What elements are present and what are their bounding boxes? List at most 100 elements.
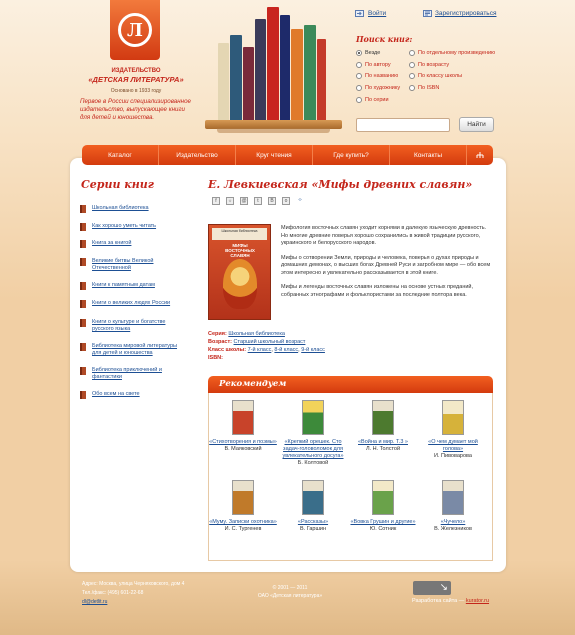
book-cover[interactable]: Школьная библиотека МИФЫ ВОСТОЧНЫХ СЛАВЯ… [208,224,271,320]
radio-dot[interactable] [356,73,362,79]
login-link[interactable]: Войти [368,10,386,17]
series-link[interactable]: Великие битвы Великой Отечественной [92,258,186,272]
search-option-label: По отдельному произведению [418,50,496,56]
counter-badge[interactable] [413,581,451,595]
nav-contacts[interactable]: Контакты [390,145,467,165]
book-thumbnail[interactable] [372,480,394,515]
recommended-book[interactable]: «Вовка Грушин и другие» Ю. Сотник [348,480,418,533]
radio-dot[interactable] [356,62,362,68]
tagline: Первое в России специализированное издат… [80,98,191,121]
recommended-book[interactable]: «Муму. Записки охотника» И. С. Тургенев [208,480,278,533]
series-item[interactable]: Библиотека приключений и фантастики [80,367,186,381]
book-icon [80,391,86,399]
recommended-book-link[interactable]: «Война и мир. Т.3 » [348,439,418,446]
vk-icon[interactable]: В [268,197,276,205]
book-thumbnail[interactable] [442,400,464,435]
book-thumbnail[interactable] [442,480,464,515]
class-link[interactable]: 9-й класс [301,347,325,353]
recommended-book-link[interactable]: «Рассказы» [278,519,348,526]
book-illustration [218,43,229,121]
facebook-icon[interactable]: f [212,197,220,205]
footer-phone: Тел./факс: (495) 601-22-68 [82,590,144,596]
search-input[interactable] [356,118,450,132]
series-item[interactable]: Книга за книгой [80,240,186,248]
radio-dot[interactable] [409,50,415,56]
recommended-book[interactable]: «Война и мир. Т.3 » Л. Н. Толстой [348,400,418,453]
search-option-series[interactable]: По серии [356,97,389,103]
search-option-class[interactable]: По классу школы [409,73,462,79]
register-link[interactable]: Зарегистрироваться [435,10,496,17]
book-thumbnail[interactable] [232,480,254,515]
livejournal-icon[interactable]: ☼ [226,197,234,205]
series-item[interactable]: Книги о культуре и богатстве русского яз… [80,319,186,333]
search-option-illustrator[interactable]: По художнику [356,85,400,91]
series-item[interactable]: Школьная библиотека [80,205,186,213]
series-item[interactable]: Книги к памятным датам [80,282,186,290]
share-more-icon[interactable]: ‹› [296,197,304,205]
book-thumbnail[interactable] [232,400,254,435]
developer-link[interactable]: kurator.ru [466,598,489,604]
search-option-work[interactable]: По отдельному произведению [409,50,495,56]
odnoklassniki-icon[interactable]: о [282,197,290,205]
series-link[interactable]: Библиотека мировой литературы для детей … [92,343,186,357]
book-illustration [280,15,290,121]
series-link[interactable]: Книги о великих людях России [92,300,186,307]
book-title: Е. Левкиевская «Мифы древних славян» [208,178,473,191]
mailru-icon[interactable]: @ [240,197,248,205]
recommended-book-link[interactable]: «Крепкий орешек. Сто задач-головоломок д… [278,439,348,460]
sitemap-icon[interactable] [467,145,493,165]
book-thumbnail[interactable] [372,400,394,435]
twitter-icon[interactable]: t [254,197,262,205]
series-link[interactable]: Книга за книгой [92,240,186,247]
recommended-book[interactable]: «Стихотворения и поэмы» В. Маяковский [208,400,278,453]
book-thumbnail[interactable] [302,400,324,435]
recommended-book-link[interactable]: «Вовка Грушин и другие» [348,519,418,526]
series-item[interactable]: Книги о великих людях России [80,300,186,308]
search-option-everywhere[interactable]: Везде [356,50,380,56]
radio-dot[interactable] [356,85,362,91]
radio-dot[interactable] [409,85,415,91]
recommended-book-link[interactable]: «Стихотворения и поэмы» [208,439,278,446]
nav-catalog[interactable]: Каталог [82,145,159,165]
nav-reading-circle[interactable]: Круг чтения [236,145,313,165]
sidebar-title: Серии книг [81,178,154,191]
series-link[interactable]: Книги о культуре и богатстве русского яз… [92,319,186,333]
search-option-isbn[interactable]: По ISBN [409,85,439,91]
recommended-book-link[interactable]: «О чем думает мой голова» [418,439,488,453]
radio-dot[interactable] [356,50,362,56]
class-link[interactable]: 8-й класс [274,347,298,353]
recommended-book-link[interactable]: «Муму. Записки охотника» [208,519,278,526]
search-option-age[interactable]: По возрасту [409,62,449,68]
recommended-book-link[interactable]: «Чучело» [418,519,488,526]
series-item[interactable]: Обо всем на свете [80,391,186,399]
recommended-book[interactable]: «О чем думает мой голова» И. Пивоварова [418,400,488,460]
series-link[interactable]: Обо всем на свете [92,391,186,398]
recommended-book[interactable]: «Рассказы» В. Гаршин [278,480,348,533]
class-link[interactable]: 7-й класс [248,347,272,353]
book-thumbnail[interactable] [302,480,324,515]
auth-links: Войти Зарегистрироваться [355,10,570,22]
series-value-link[interactable]: Школьная библиотека [228,331,285,337]
search-option-title[interactable]: По названию [356,73,398,79]
search-button[interactable]: Найти [459,117,494,132]
series-item[interactable]: Как хорошо уметь читать [80,223,186,231]
series-item[interactable]: Великие битвы Великой Отечественной [80,258,186,272]
recommended-book[interactable]: «Крепкий орешек. Сто задач-головоломок д… [278,400,348,467]
series-link[interactable]: Как хорошо уметь читать [92,223,186,230]
recommended-book[interactable]: «Чучело» В. Железников [418,480,488,533]
founded-text: Основано в 1933 году [110,88,162,94]
firebird-illustration [223,259,257,309]
site-logo[interactable]: Л [110,0,160,60]
search-option-author[interactable]: По автору [356,62,391,68]
radio-dot[interactable] [409,73,415,79]
series-link[interactable]: Библиотека приключений и фантастики [92,367,186,381]
footer-email-link[interactable]: dl@detlit.ru [82,599,107,605]
radio-dot[interactable] [409,62,415,68]
age-value-link[interactable]: Старший школьный возраст [234,339,306,345]
radio-dot[interactable] [356,97,362,103]
series-link[interactable]: Школьная библиотека [92,205,186,212]
nav-publisher[interactable]: Издательство [159,145,236,165]
series-link[interactable]: Книги к памятным датам [92,282,186,289]
nav-where-to-buy[interactable]: Где купить? [313,145,390,165]
series-item[interactable]: Библиотека мировой литературы для детей … [80,343,186,357]
